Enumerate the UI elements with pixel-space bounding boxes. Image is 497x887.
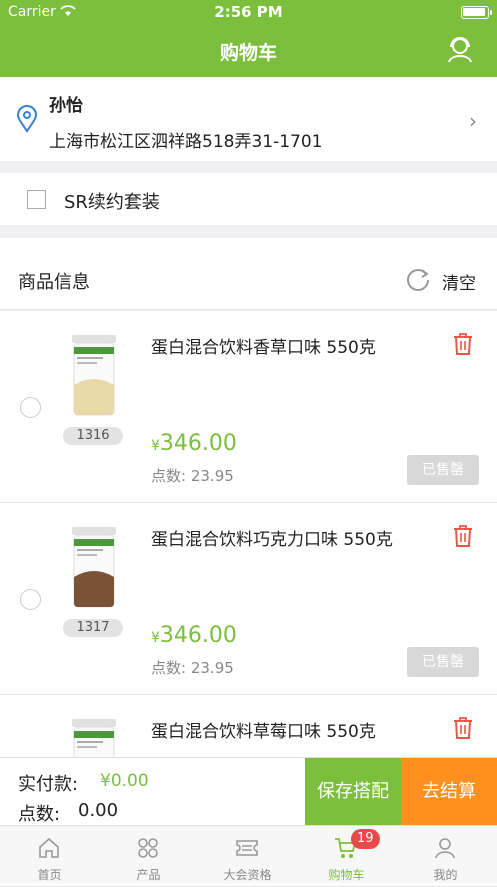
status-bar: Carrier 2:56 PM — [0, 0, 497, 26]
product-select-radio[interactable] — [20, 397, 41, 418]
tab-label: 大会资格 — [223, 868, 272, 882]
sold-out-button: 已售罄 — [407, 455, 479, 485]
points-label: 点数: — [18, 804, 61, 825]
product-code: 1317 — [63, 619, 123, 637]
product-item[interactable]: 1317 蛋白混合饮料巧克力口味 550克 ¥346.00 点数: 23.95 … — [0, 503, 497, 695]
product-code: 1316 — [63, 427, 123, 445]
pay-label: 实付款: — [18, 774, 79, 795]
product-points: 点数: 23.95 — [151, 659, 234, 677]
address-name: 孙怡 — [49, 96, 83, 116]
tab-label: 我的 — [433, 868, 458, 882]
tab-bar: 首页 产品 大会资格 19 购物车 我的 — [0, 825, 497, 883]
product-price: ¥346.00 — [151, 623, 237, 648]
checkout-bar: 实付款: ¥0.00 点数: 0.00 保存搭配 去结算 — [0, 757, 497, 826]
tab-label: 首页 — [37, 868, 62, 882]
tab-home[interactable]: 首页 — [0, 826, 99, 884]
address-card[interactable]: 孙怡 上海市松江区泗祥路518弄31-1701 › — [0, 77, 497, 161]
trash-icon[interactable] — [453, 717, 473, 739]
save-combo-button[interactable]: 保存搭配 — [305, 758, 401, 826]
customer-service-icon[interactable] — [445, 34, 475, 64]
product-name: 蛋白混合饮料巧克力口味 550克 — [151, 530, 393, 550]
refresh-icon[interactable] — [405, 267, 431, 293]
clear-button[interactable]: 清空 — [442, 269, 476, 294]
tab-label: 产品 — [136, 868, 161, 882]
tab-cart[interactable]: 19 购物车 — [297, 826, 396, 884]
ticket-icon — [236, 840, 258, 856]
products-icon — [138, 838, 158, 858]
home-icon — [39, 837, 59, 858]
sold-out-button: 已售罄 — [407, 647, 479, 677]
sr-option-row[interactable]: SR续约套装 — [0, 173, 497, 225]
cart-badge: 19 — [351, 829, 380, 849]
tab-profile[interactable]: 我的 — [396, 826, 495, 884]
battery-icon — [461, 6, 492, 19]
tab-conference[interactable]: 大会资格 — [198, 826, 297, 884]
goods-header: 商品信息 清空 — [0, 238, 497, 310]
product-image — [72, 335, 116, 416]
product-select-radio[interactable] — [20, 589, 41, 610]
sr-checkbox[interactable] — [27, 190, 46, 209]
profile-icon — [435, 838, 455, 859]
trash-icon[interactable] — [453, 333, 473, 355]
tab-label: 购物车 — [328, 868, 365, 882]
pay-amount: ¥0.00 — [100, 771, 149, 791]
product-price: ¥346.00 — [151, 431, 237, 456]
product-name: 蛋白混合饮料香草口味 550克 — [151, 338, 376, 358]
tab-products[interactable]: 产品 — [99, 826, 198, 884]
page-title: 购物车 — [219, 42, 277, 64]
app-header: Carrier 2:56 PM 购物车 — [0, 0, 497, 77]
product-item[interactable]: 1316 蛋白混合饮料香草口味 550克 ¥346.00 点数: 23.95 已… — [0, 311, 497, 503]
sr-option-label: SR续约套装 — [64, 192, 160, 213]
status-time: 2:56 PM — [214, 3, 283, 21]
product-image — [72, 527, 116, 608]
checkout-button[interactable]: 去结算 — [401, 758, 497, 826]
product-points: 点数: 23.95 — [151, 467, 234, 485]
points-amount: 0.00 — [78, 800, 119, 821]
location-pin-icon — [16, 105, 38, 133]
address-line: 上海市松江区泗祥路518弄31-1701 — [49, 132, 323, 152]
trash-icon[interactable] — [453, 525, 473, 547]
product-name: 蛋白混合饮料草莓口味 550克 — [151, 722, 376, 742]
chevron-right-icon: › — [469, 109, 477, 133]
goods-title: 商品信息 — [18, 272, 90, 293]
